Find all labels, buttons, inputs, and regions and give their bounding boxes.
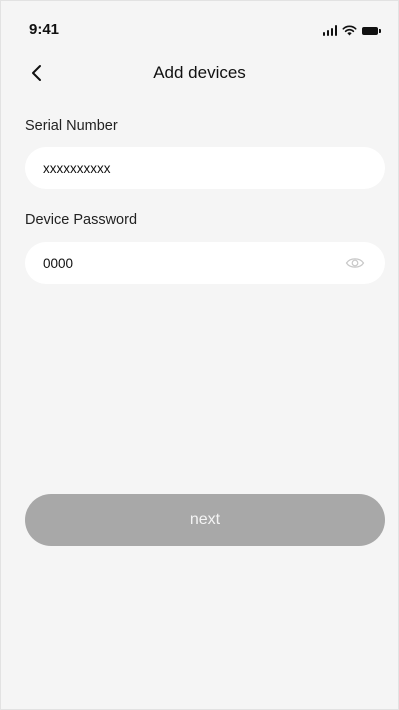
serial-number-input[interactable] [43, 160, 367, 176]
serial-number-field-container [25, 147, 385, 189]
eye-icon[interactable] [345, 254, 365, 272]
device-password-input[interactable] [43, 255, 367, 271]
status-bar: 9:41 [1, 1, 398, 45]
battery-icon [362, 27, 381, 35]
add-devices-screen: 9:41 Add devices Serial Number xxxxxxxxx… [0, 0, 399, 710]
device-password-label: Device Password [25, 212, 138, 228]
signal-icon [322, 25, 337, 36]
device-password-field-container [25, 242, 385, 284]
wifi-icon [342, 25, 357, 36]
status-time: 9:41 [29, 21, 60, 38]
serial-number-label: Serial Number [25, 118, 118, 134]
page-title: Add devices [153, 63, 246, 82]
status-icons [322, 24, 381, 36]
next-button[interactable]: next [25, 494, 385, 546]
nav-bar: Add devices [1, 53, 398, 93]
